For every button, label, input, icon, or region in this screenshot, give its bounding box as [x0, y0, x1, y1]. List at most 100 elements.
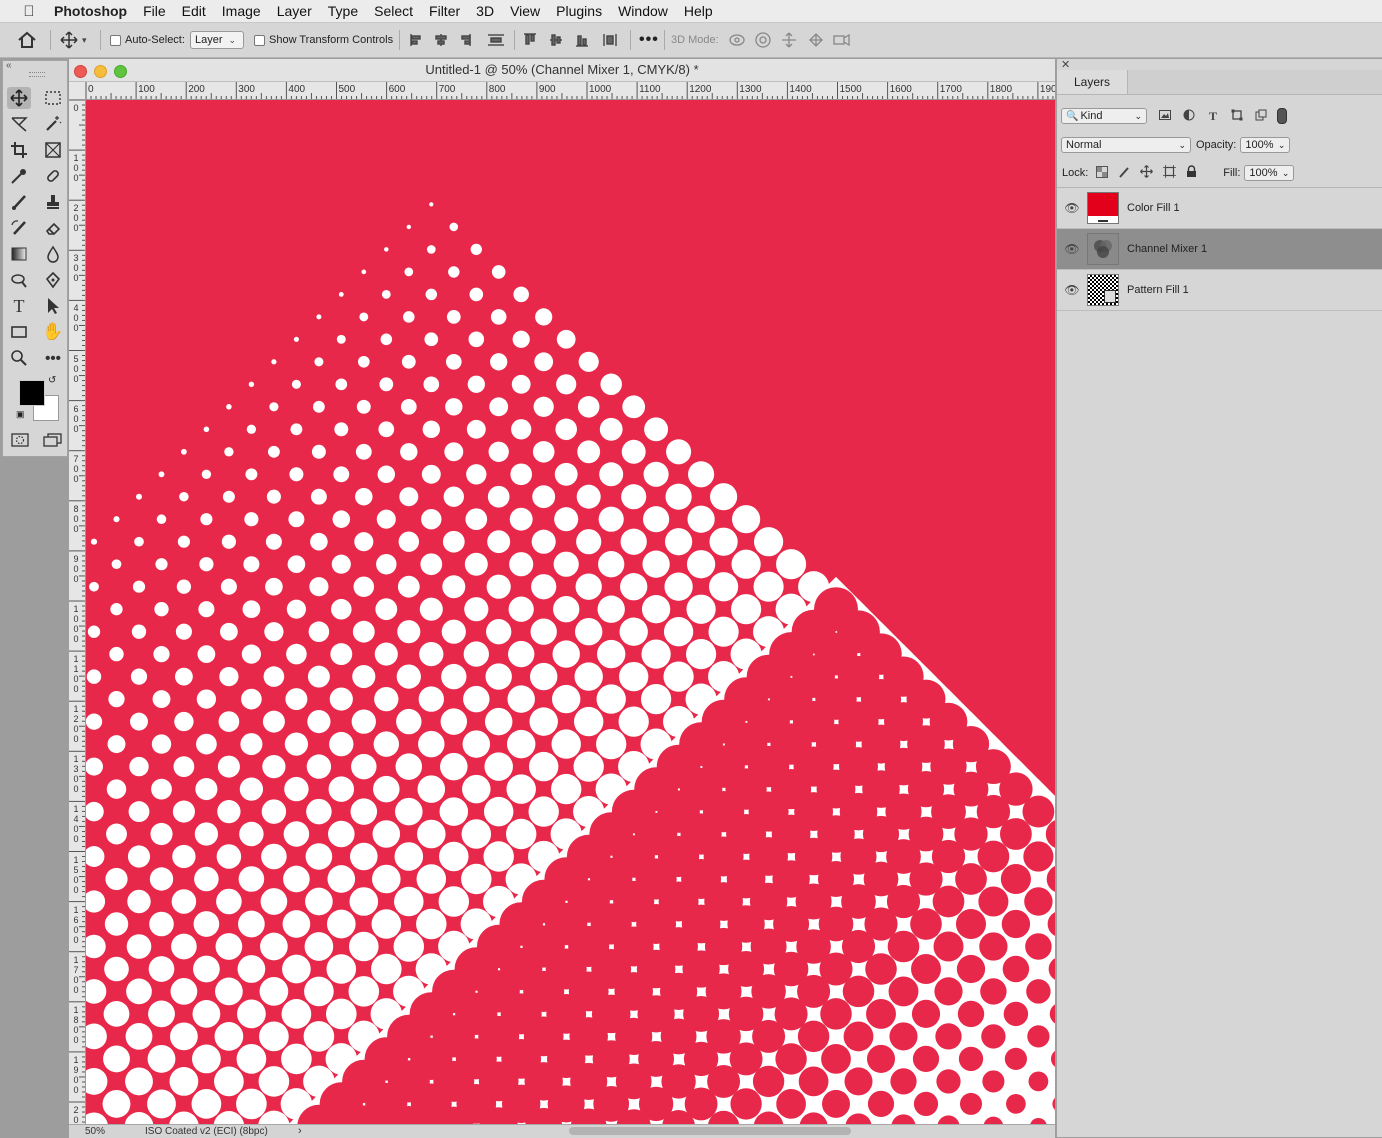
visibility-eye-icon[interactable]: 👁 — [1057, 283, 1087, 297]
layer-row-channel-mixer[interactable]: 👁 Channel Mixer 1 — [1057, 229, 1382, 270]
filter-adjustment-icon[interactable] — [1177, 109, 1201, 124]
halftone-dot — [89, 581, 99, 592]
menu-3d[interactable]: 3D — [476, 3, 494, 19]
lock-artboard-icon[interactable] — [1163, 165, 1177, 181]
halftone-dot — [977, 840, 1010, 873]
hand-tool-icon[interactable]: ✋ — [41, 321, 65, 343]
menu-image[interactable]: Image — [222, 3, 261, 19]
lock-position-icon[interactable] — [1140, 165, 1154, 181]
tab-layers[interactable]: Layers — [1057, 70, 1128, 94]
filter-pixel-icon[interactable] — [1153, 109, 1177, 123]
checkbox-box[interactable] — [110, 34, 121, 46]
eraser-tool-icon[interactable] — [41, 217, 65, 239]
crop-tool-icon[interactable] — [7, 139, 31, 161]
more-tools-icon[interactable]: ••• — [41, 347, 65, 369]
halftone-dot — [978, 886, 1009, 917]
fill-input[interactable]: 100% ⌄ — [1244, 165, 1295, 181]
blend-mode-dropdown[interactable]: Normal ⌄ — [1061, 137, 1191, 153]
opacity-input[interactable]: 100% ⌄ — [1240, 137, 1291, 153]
type-tool-icon[interactable]: T — [7, 295, 31, 317]
more-options-icon[interactable]: ••• — [639, 23, 659, 57]
foreground-color-swatch[interactable] — [19, 380, 45, 406]
apple-icon[interactable]:  — [20, 3, 38, 20]
lock-all-icon[interactable] — [1186, 165, 1197, 181]
halftone-dot — [215, 933, 243, 960]
horizontal-ruler[interactable]: 0 100 200 300 400 500 600 700 800 900 1000 1100 1200… — [69, 82, 1055, 100]
lock-transparent-icon[interactable] — [1096, 165, 1109, 181]
menu-app-name[interactable]: Photoshop — [54, 3, 127, 19]
eyedropper-icon[interactable] — [7, 165, 31, 187]
visibility-eye-icon[interactable]: 👁 — [1057, 201, 1087, 215]
blur-tool-icon[interactable] — [41, 243, 65, 265]
default-colors-icon[interactable]: ▣ — [16, 409, 25, 420]
halftone-dot — [419, 641, 444, 667]
lasso-tool-icon[interactable] — [7, 113, 31, 135]
menu-edit[interactable]: Edit — [182, 3, 206, 19]
show-transform-checkbox[interactable]: Show Transform Controls — [254, 23, 393, 57]
halftone-dot — [199, 557, 214, 572]
rectangle-tool-icon[interactable] — [7, 321, 31, 343]
halftone-dot — [708, 616, 739, 647]
checkbox-box[interactable] — [254, 34, 265, 46]
gradient-tool-icon[interactable] — [7, 243, 31, 265]
menu-window[interactable]: Window — [618, 3, 668, 19]
auto-select-dropdown[interactable]: Layer ⌄ — [190, 31, 244, 49]
chevron-right-icon[interactable]: › — [298, 1125, 302, 1137]
visibility-eye-icon[interactable]: 👁 — [1057, 242, 1087, 256]
layer-row-color-fill[interactable]: 👁 Color Fill 1 — [1057, 188, 1382, 229]
move-tool-icon[interactable] — [7, 87, 31, 109]
frame-tool-icon[interactable] — [41, 139, 65, 161]
magic-wand-icon[interactable] — [41, 113, 65, 135]
document-canvas[interactable] — [86, 100, 1055, 1124]
filter-kind-dropdown[interactable]: 🔍 Kind ⌄ — [1061, 108, 1147, 124]
menu-plugins[interactable]: Plugins — [556, 3, 602, 19]
halftone-dot — [237, 955, 266, 983]
fill-value: 100% — [1249, 167, 1278, 179]
screen-mode-icon[interactable] — [43, 433, 63, 450]
menu-layer[interactable]: Layer — [277, 3, 312, 19]
home-icon[interactable] — [17, 23, 37, 57]
menu-help[interactable]: Help — [684, 3, 713, 19]
halftone-dot — [262, 710, 285, 733]
layer-row-pattern-fill[interactable]: 👁 Pattern Fill 1 — [1057, 270, 1382, 311]
auto-select-checkbox[interactable]: Auto-Select: — [110, 23, 185, 57]
swap-colors-icon[interactable]: ↺ — [48, 375, 56, 386]
lock-pixels-icon[interactable] — [1118, 166, 1130, 181]
zoom-level[interactable]: 50% — [85, 1126, 105, 1137]
dodge-tool-icon[interactable] — [7, 269, 31, 291]
brush-tool-icon[interactable] — [7, 191, 31, 213]
zoom-tool-icon[interactable] — [7, 347, 31, 369]
menu-filter[interactable]: Filter — [429, 3, 460, 19]
healing-brush-icon[interactable] — [41, 165, 65, 187]
halftone-dot — [1004, 1047, 1027, 1070]
halftone-dot — [394, 842, 424, 871]
menu-select[interactable]: Select — [374, 3, 413, 19]
horizontal-scrollbar[interactable] — [569, 1127, 851, 1135]
clone-stamp-icon[interactable] — [41, 191, 65, 213]
marquee-tool-icon[interactable] — [41, 87, 65, 109]
halftone-dot — [709, 527, 738, 556]
filter-smart-object-icon[interactable] — [1249, 109, 1273, 124]
menu-file[interactable]: File — [143, 3, 166, 19]
pen-tool-icon[interactable] — [41, 269, 65, 291]
path-selection-icon[interactable] — [41, 295, 65, 317]
filter-shape-icon[interactable] — [1225, 109, 1249, 124]
filter-type-icon[interactable]: T — [1201, 109, 1225, 124]
halftone-dot — [153, 646, 170, 663]
halftone-dot — [271, 359, 277, 365]
collapse-panel-icon[interactable]: « — [6, 60, 12, 71]
move-tool-preset-icon[interactable]: ▾ — [60, 23, 87, 57]
halftone-dot — [534, 352, 554, 372]
history-brush-icon[interactable] — [7, 217, 31, 239]
halftone-dot — [263, 666, 285, 687]
panel-grip[interactable] — [29, 72, 45, 77]
menu-type[interactable]: Type — [328, 3, 358, 19]
filter-toggle-switch[interactable] — [1277, 108, 1287, 124]
vertical-ruler[interactable]: 0 100 200 300 400 500 600 700 800 900 1000 1100 1200… — [69, 100, 86, 1124]
halftone-dot — [598, 551, 625, 578]
halftone-dot — [243, 556, 260, 573]
halftone-dot — [260, 932, 288, 961]
status-bar: 50% ISO Coated v2 (ECI) (8bpc) › — [69, 1124, 1055, 1138]
quick-mask-icon[interactable] — [11, 433, 29, 450]
menu-view[interactable]: View — [510, 3, 540, 19]
